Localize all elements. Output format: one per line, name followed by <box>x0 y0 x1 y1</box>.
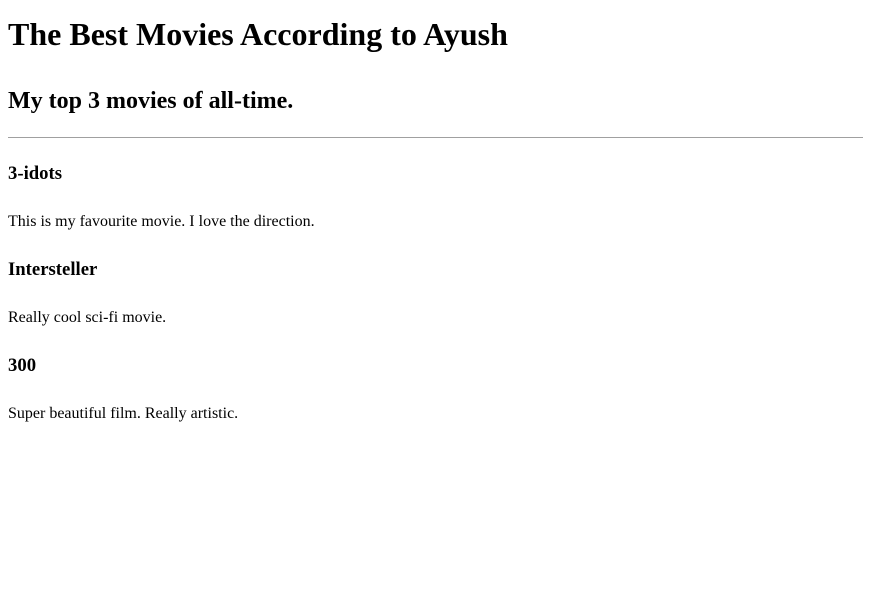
movie-description: This is my favourite movie. I love the d… <box>8 213 315 230</box>
movie-description: Super beautiful film. Really artistic. <box>8 405 239 422</box>
divider <box>8 137 863 138</box>
page-title: The Best Movies According to Ayush <box>8 16 508 52</box>
movie-item: Intersteller Really cool sci-fi movie. <box>8 256 863 330</box>
page-subtitle: My top 3 movies of all-time. <box>8 88 294 114</box>
movie-item: 300 Super beautiful film. Really artisti… <box>8 352 863 426</box>
movie-description: Really cool sci-fi movie. <box>8 309 167 326</box>
movie-title: 300 <box>8 355 37 376</box>
movie-title: Intersteller <box>8 259 98 280</box>
movie-item: 3-idots This is my favourite movie. I lo… <box>8 160 863 234</box>
movie-title: 3-idots <box>8 163 63 184</box>
